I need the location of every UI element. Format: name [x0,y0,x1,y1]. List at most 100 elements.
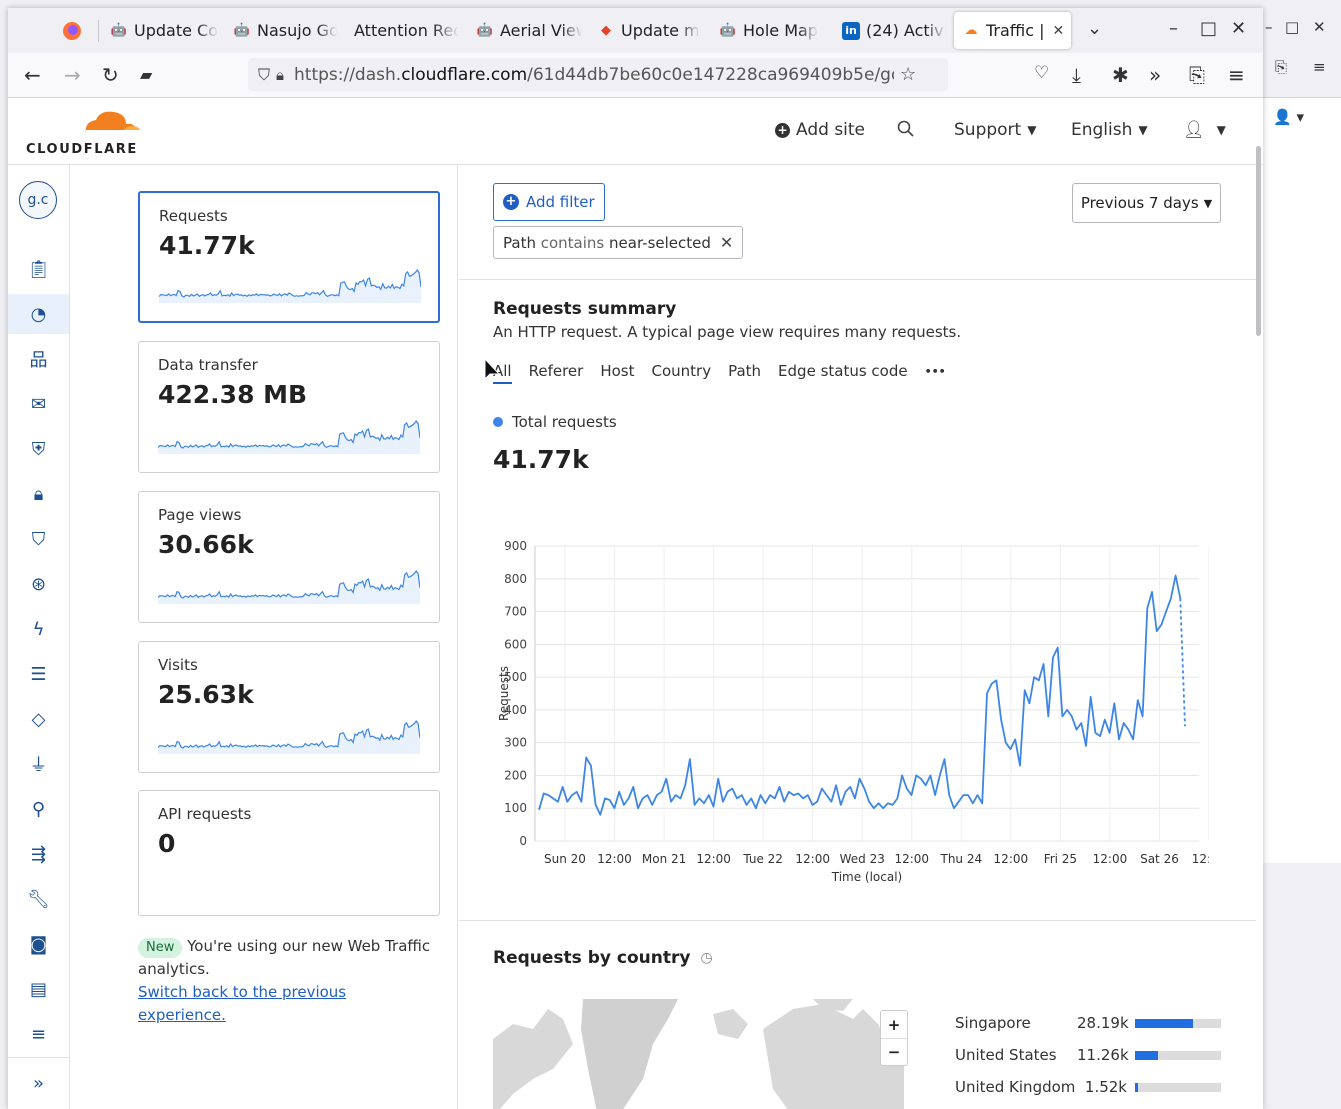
email-icon[interactable]: ✉ [8,384,69,424]
requests-sparkline [159,268,421,303]
main-content: + Add filter Path contains near-selected… [459,165,1256,1109]
zaraz-icon[interactable]: ≡ [8,1014,69,1054]
workers-icon[interactable]: ◇ [8,699,69,739]
url-bar[interactable]: ⛉ 🔒︎ https://dash.cloudflare.com/61d44db… [248,58,948,91]
add-filter-button[interactable]: + Add filter [493,183,605,221]
tracking-shield-icon[interactable]: ⛉ [258,65,270,85]
add-site-button[interactable]: + Add site [775,120,865,140]
metric-card-api-requests[interactable]: API requests 0 [138,790,440,916]
zoom-out-icon[interactable]: − [881,1038,907,1065]
mouse-cursor-icon [484,357,501,381]
extensions-icon[interactable]: ⎘ [1189,63,1205,87]
search-icon[interactable] [897,120,914,137]
apps-icon[interactable]: ◙ [8,924,69,964]
maximize-icon[interactable]: □ [1285,18,1299,36]
traffic-icon[interactable]: ⇶ [8,834,69,874]
x-tick-label: 12:00 [1093,852,1128,866]
access-icon[interactable]: ⊛ [8,564,69,604]
filter-chip[interactable]: Path contains near-selected ✕ [493,226,744,259]
forward-icon[interactable]: → [64,63,81,87]
country-row[interactable]: Singapore 28.19k [955,1007,1225,1039]
account-icon[interactable]: 👤 ▾ [1273,108,1304,126]
tab-edge-status-code[interactable]: Edge status code [778,362,908,384]
country-name: United Kingdom [955,1078,1076,1096]
close-window-icon[interactable]: ✕ [1231,18,1246,39]
minimize-icon[interactable]: – [1265,18,1273,36]
custom-pages-wrench-icon[interactable]: 🔧︎ [8,879,69,919]
lock-icon[interactable]: 🔒︎ [276,66,284,84]
metric-card-requests[interactable]: Requests 41.77k [138,191,440,323]
menu-icon[interactable]: ≡ [1313,58,1326,76]
tab-country[interactable]: Country [652,362,712,384]
world-map[interactable] [493,999,904,1109]
tab-update-m[interactable]: ◆ Update m [597,12,701,49]
period-select[interactable]: Previous 7 days ▼ [1072,183,1221,223]
caching-icon[interactable]: ☰ [8,654,69,694]
overflow-icon[interactable]: » [1149,63,1161,87]
x-tick-label: Mon 21 [642,852,686,866]
tab-host[interactable]: Host [600,362,634,384]
language-dropdown[interactable]: English ▼ [1071,120,1148,140]
account-avatar[interactable]: g.c [19,181,57,219]
series-dot-icon [493,417,503,427]
download-icon[interactable]: ⤓ [1072,63,1081,87]
url-text[interactable]: https://dash.cloudflare.com/61d44db7be60… [294,65,894,85]
sidebar-nav: g.c 📋︎ ◔ 品 ✉ ⛨ 🔒︎ ⛉ ⊛ ϟ ☰ ◇ ⏚ ⚲ ⇶ 🔧︎ ◙ ▤… [8,165,70,1109]
metric-card-data-transfer[interactable]: Data transfer 422.38 MB [138,341,440,473]
zoom-in-icon[interactable]: + [881,1011,907,1038]
more-tabs-icon[interactable]: ••• [925,362,946,384]
network-pin-icon[interactable]: ⚲ [8,789,69,829]
map-shapes [493,999,904,1109]
support-dropdown[interactable]: Support ▼ [954,120,1036,140]
menu-icon[interactable]: ≡ [1228,63,1245,87]
country-row[interactable]: France344 [955,1103,1225,1109]
back-icon[interactable]: ← [24,63,41,87]
switch-back-link[interactable]: Switch back to the previous experience. [138,981,438,1027]
country-value: 11.26k [1077,1046,1129,1064]
country-row[interactable]: United States 11.26k [955,1039,1225,1071]
security-shield-icon[interactable]: ⛉ [8,519,69,559]
tab-linkedin[interactable]: in (24) Activit [842,12,946,49]
scrape-shield-icon[interactable]: ▤ [8,969,69,1009]
analytics-icon[interactable]: ◔ [8,294,69,334]
clipboard-icon[interactable]: 📋︎ [8,249,69,289]
rules-funnel-icon[interactable]: ⏚ [8,744,69,784]
ssl-shield-icon[interactable]: ⛨ [8,429,69,469]
speed-bolt-icon[interactable]: ϟ [8,609,69,649]
x-tick-label: 12:00 [795,852,830,866]
expand-sidebar-icon[interactable]: » [8,1057,69,1109]
metric-card-visits[interactable]: Visits 25.63k [138,641,440,773]
firefox-icon[interactable] [62,12,86,49]
extensions-icon[interactable]: ⎘ [1275,58,1287,76]
country-row[interactable]: United Kingdom 1.52k [955,1071,1225,1103]
tab-traffic[interactable]: ☁ Traffic | ✕ [954,12,1071,49]
requests-line-chart[interactable]: 0100200300400500600700800900Sun 20 12:00 M… [489,525,1209,885]
remove-filter-icon[interactable]: ✕ [720,233,733,252]
maximize-icon[interactable]: □ [1200,18,1217,39]
pocket-icon[interactable]: ♡ [1034,63,1049,83]
metric-card-page-views[interactable]: Page views 30.66k [138,491,440,623]
cloudflare-logo[interactable]: CLOUDFLARE [26,108,144,157]
close-tab-icon[interactable]: ✕ [1053,23,1065,39]
total-requests-legend: Total requests [493,413,617,431]
tab-update-co[interactable]: 🤖 Update Co [110,12,218,49]
tab-path[interactable]: Path [728,362,761,384]
tab-nasujo[interactable]: 🤖 Nasujo Go [233,12,337,49]
gitlab-icon: ◆ [601,23,611,38]
page-scrollbar[interactable] [1256,146,1261,336]
extension-icon[interactable]: ✱ [1112,63,1129,87]
reload-icon[interactable]: ↻ [102,63,119,87]
lock-icon[interactable]: 🔒︎ [8,474,69,514]
dns-icon[interactable]: 品 [8,339,69,379]
tab-attention[interactable]: Attention Rec [354,12,459,49]
account-menu[interactable]: 👤︎ ▼ [1183,120,1226,140]
bookmark-star-icon[interactable]: ☆ [900,64,916,85]
close-icon[interactable]: ✕ [1313,18,1326,36]
container-icon[interactable]: ▰ [140,65,152,84]
tab-referer[interactable]: Referer [529,362,584,384]
minimize-icon[interactable]: – [1169,18,1178,39]
tab-list-icon[interactable]: ⌄ [1087,18,1102,39]
x-tick-label: Fri 25 [1044,852,1077,866]
tab-aerial-view[interactable]: 🤖 Aerial View [476,12,582,49]
tab-hole-map[interactable]: 🤖 Hole Map [719,12,827,49]
